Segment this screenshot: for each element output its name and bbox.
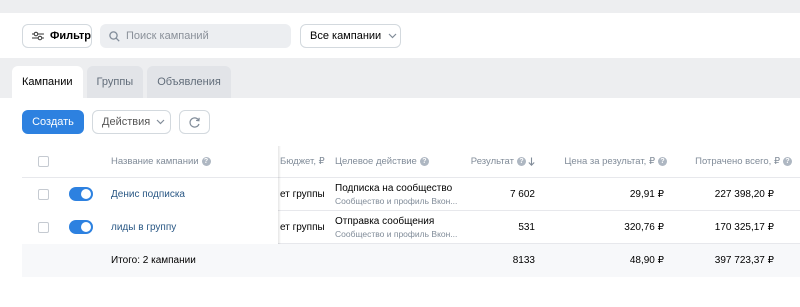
goal-subtext: Сообщество и профиль Вкон...: [335, 228, 458, 239]
goal-cell: Отправка сообщения Сообщество и профиль …: [335, 211, 470, 243]
help-icon[interactable]: ?: [658, 157, 667, 166]
create-button[interactable]: Создать: [22, 110, 84, 134]
table-row[interactable]: ет группы Денис подписка Подписка на соо…: [22, 178, 800, 276]
campaign-select-value: Все кампании: [310, 30, 382, 42]
campaign-name-link[interactable]: Денис подписка: [111, 189, 185, 200]
result-cell: 7 602: [462, 178, 535, 210]
help-icon[interactable]: ?: [201, 157, 211, 166]
filter-button-label: Фильтр: [49, 30, 91, 42]
header-spent[interactable]: Потрачено всего, ₽ ?: [674, 146, 792, 177]
sort-down-icon[interactable]: [528, 157, 535, 166]
header-budget[interactable]: Бюджет, ₽: [280, 146, 328, 177]
table-row[interactable]: ет группы лиды в группу Отправка сообщен…: [22, 211, 800, 307]
spent-value: 170 325,17 ₽: [714, 221, 774, 233]
row-select-cell: [38, 211, 52, 243]
chevron-down-icon: [388, 33, 397, 39]
refresh-button[interactable]: [179, 110, 210, 134]
total-row: Итого: 2 кампании 8133 48,90 ₽ 397 723,3…: [22, 244, 800, 277]
spent-cell: 227 398,20 ₽: [674, 178, 774, 210]
total-spent: 397 723,37 ₽: [714, 255, 774, 266]
search-box[interactable]: [100, 24, 291, 48]
total-result-cell: 8133: [462, 244, 535, 277]
budget-cell: ет группы: [280, 211, 330, 243]
header-spent-label: Потрачено всего, ₽: [695, 156, 780, 167]
header-price[interactable]: Цена за результат, ₽ ?: [542, 146, 667, 177]
select-all-cell: [38, 146, 52, 177]
result-value: 531: [518, 221, 535, 233]
goal-value: Отправка сообщения: [335, 215, 435, 227]
name-cell: лиды в группу: [111, 211, 276, 243]
result-value: 7 602: [509, 188, 535, 200]
name-cell: Денис подписка: [111, 178, 276, 210]
header-result[interactable]: Результат ?: [462, 146, 535, 177]
row-checkbox[interactable]: [38, 188, 49, 200]
help-icon[interactable]: ?: [783, 157, 792, 166]
filter-button[interactable]: Фильтр: [22, 24, 92, 48]
table-header: Название кампании ? Бюджет, ₽ Целевое де…: [22, 146, 800, 178]
search-icon: [109, 30, 120, 42]
result-cell: 531: [462, 211, 535, 243]
tab-bar: Кампании Группы Объявления: [12, 66, 235, 98]
refresh-icon: [189, 116, 200, 128]
tab-campaigns[interactable]: Кампании: [12, 66, 83, 98]
total-result: 8133: [512, 255, 535, 266]
chevron-down-icon: [156, 119, 165, 125]
row-select-cell: [38, 178, 52, 210]
spent-cell: 170 325,17 ₽: [674, 211, 774, 243]
header-name-label: Название кампании: [111, 156, 199, 167]
header-budget-label: Бюджет, ₽: [280, 156, 325, 167]
top-toolbar: Фильтр Все кампании: [0, 13, 800, 58]
price-value: 29,91 ₽: [629, 188, 664, 200]
row-checkbox[interactable]: [38, 221, 49, 233]
budget-value: ет группы: [280, 188, 325, 200]
campaign-name-link[interactable]: лиды в группу: [111, 222, 176, 233]
header-price-label: Цена за результат, ₽: [564, 156, 655, 167]
budget-cell: ет группы: [280, 178, 330, 210]
header-result-label: Результат: [470, 156, 514, 167]
total-label: Итого: 2 кампании: [111, 255, 196, 266]
actions-dropdown-label: Действия: [102, 116, 151, 128]
header-goal[interactable]: Целевое действие ?: [335, 146, 445, 177]
goal-cell: Подписка на сообщество Сообщество и проф…: [335, 178, 470, 210]
status-toggle-cell: [69, 211, 95, 243]
select-all-checkbox[interactable]: [38, 156, 49, 167]
header-goal-label: Целевое действие: [335, 156, 417, 167]
actions-dropdown[interactable]: Действия: [92, 110, 171, 134]
sliders-icon: [32, 31, 44, 41]
help-icon[interactable]: ?: [419, 157, 429, 166]
total-spent-cell: 397 723,37 ₽: [674, 244, 774, 277]
campaign-select[interactable]: Все кампании: [300, 24, 401, 48]
tab-label: Объявления: [157, 76, 221, 88]
tab-label: Кампании: [22, 76, 73, 88]
search-input[interactable]: [126, 30, 286, 42]
goal-subtext: Сообщество и профиль Вкон...: [335, 195, 458, 206]
header-name[interactable]: Название кампании ?: [111, 146, 296, 177]
price-cell: 320,76 ₽: [542, 211, 664, 243]
price-value: 320,76 ₽: [624, 221, 664, 233]
status-toggle-cell: [69, 178, 95, 210]
budget-value: ет группы: [280, 221, 325, 233]
tab-groups[interactable]: Группы: [86, 66, 144, 98]
tab-ads[interactable]: Объявления: [147, 66, 231, 98]
spent-value: 227 398,20 ₽: [714, 188, 774, 200]
price-cell: 29,91 ₽: [542, 178, 664, 210]
campaign-toggle[interactable]: [69, 187, 93, 201]
campaigns-panel: Создать Действия Название кампании ? Бюд…: [0, 98, 800, 307]
tab-label: Группы: [96, 76, 134, 88]
total-price: 48,90 ₽: [629, 255, 664, 266]
frozen-columns-shadow: [278, 146, 281, 244]
total-label-cell: Итого: 2 кампании: [111, 244, 271, 277]
goal-value: Подписка на сообщество: [335, 182, 453, 194]
campaign-toggle[interactable]: [69, 220, 93, 234]
total-price-cell: 48,90 ₽: [542, 244, 664, 277]
help-icon[interactable]: ?: [517, 157, 526, 166]
